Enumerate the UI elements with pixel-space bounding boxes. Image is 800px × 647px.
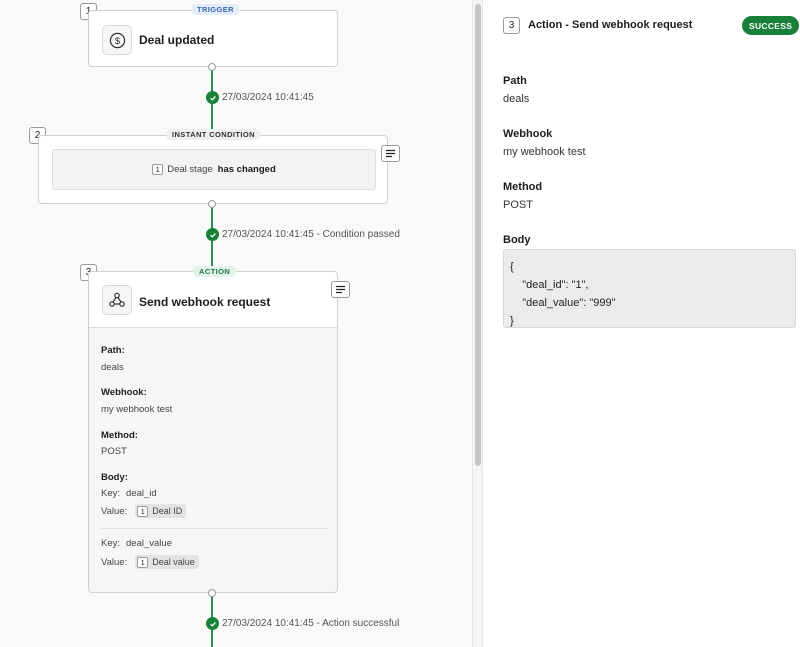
condition-operator: has changed xyxy=(217,164,276,175)
path-value: deals xyxy=(101,362,124,373)
method-value: POST xyxy=(101,446,127,457)
method-label: Method: xyxy=(101,430,138,441)
condition-badge: INSTANT CONDITION xyxy=(166,129,261,140)
condition-status: 27/03/2024 10:41:45 - Condition passed xyxy=(222,229,400,240)
panel-method-label: Method xyxy=(503,181,543,193)
panel-title: Action - Send webhook request xyxy=(528,19,693,31)
action-card-details: Path: deals Webhook: my webhook test Met… xyxy=(89,328,337,592)
body-label: Body: xyxy=(101,472,128,483)
divider xyxy=(101,528,327,529)
body-key-row: Key: deal_value xyxy=(101,538,172,549)
flow-canvas: 1 $ Deal updated TRIGGER 27/03/2024 10:4… xyxy=(0,0,472,647)
body-value-row: Value: 1 Deal value xyxy=(101,555,199,569)
panel-path-value: deals xyxy=(503,93,530,105)
check-circle-icon xyxy=(206,617,219,630)
body-key-row: Key: deal_id xyxy=(101,488,157,499)
svg-text:$: $ xyxy=(114,35,120,46)
action-badge: ACTION xyxy=(193,266,237,277)
condition-field: Deal stage xyxy=(167,164,213,175)
condition-ref-number: 1 xyxy=(152,164,164,175)
condition-card[interactable]: 1 Deal stage has changed xyxy=(38,135,388,204)
panel-body-code[interactable]: { "deal_id": "1", "deal_value": "999" } xyxy=(503,249,796,328)
notes-icon xyxy=(386,149,395,158)
panel-method-value: POST xyxy=(503,199,533,211)
scrollbar-thumb[interactable] xyxy=(475,4,481,466)
panel-step-number: 3 xyxy=(503,17,520,34)
notes-icon xyxy=(336,285,345,294)
trigger-status: 27/03/2024 10:41:45 xyxy=(222,92,314,103)
action-notes-button[interactable] xyxy=(331,281,350,298)
trigger-title: Deal updated xyxy=(139,33,215,47)
action-card[interactable]: Send webhook request Path: deals Webhook… xyxy=(88,271,338,593)
action-status: 27/03/2024 10:41:45 - Action successful xyxy=(222,618,400,629)
check-circle-icon xyxy=(206,91,219,104)
connector-dot xyxy=(208,200,216,208)
trigger-card[interactable]: $ Deal updated xyxy=(88,10,338,67)
check-circle-icon xyxy=(206,228,219,241)
panel-body-label: Body xyxy=(503,234,531,246)
field-chip: 1 Deal value xyxy=(135,555,199,569)
body-key: deal_id xyxy=(126,488,157,499)
connector-dot xyxy=(208,63,216,71)
webhook-icon xyxy=(102,285,132,315)
action-card-header: Send webhook request xyxy=(89,272,337,328)
panel-path-label: Path xyxy=(503,75,527,87)
condition-rule[interactable]: 1 Deal stage has changed xyxy=(52,149,376,190)
action-title: Send webhook request xyxy=(139,295,271,309)
body-key: deal_value xyxy=(126,538,172,549)
panel-webhook-value: my webhook test xyxy=(503,146,586,158)
canvas-scrollbar[interactable] xyxy=(472,0,482,647)
webhook-value: my webhook test xyxy=(101,404,173,415)
dollar-circle-icon: $ xyxy=(102,25,132,55)
body-value-row: Value: 1 Deal ID xyxy=(101,504,187,518)
trigger-badge: TRIGGER xyxy=(191,4,240,15)
success-badge: SUCCESS xyxy=(742,16,800,35)
detail-panel: 3 Action - Send webhook request SUCCESS … xyxy=(482,0,800,647)
webhook-label: Webhook: xyxy=(101,387,147,398)
field-chip: 1 Deal ID xyxy=(135,504,187,518)
connector-dot xyxy=(208,589,216,597)
path-label: Path: xyxy=(101,345,125,356)
panel-webhook-label: Webhook xyxy=(503,128,553,140)
condition-notes-button[interactable] xyxy=(381,145,400,162)
